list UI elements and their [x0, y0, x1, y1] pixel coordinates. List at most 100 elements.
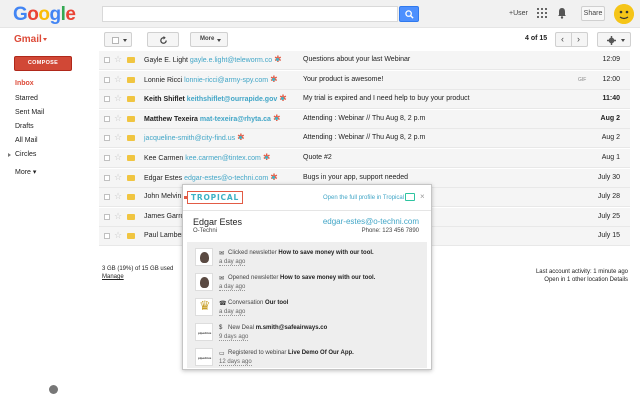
manage-link[interactable]: Manage: [102, 274, 124, 280]
star-icon[interactable]: ☆: [114, 152, 122, 163]
email-row[interactable]: ☆ Keith Shiflet keithshiflet@ourrapide.go…: [99, 90, 630, 110]
importance-marker-icon[interactable]: [127, 213, 135, 220]
row-checkbox[interactable]: [104, 174, 110, 181]
open-full-profile-link[interactable]: Open the full profile in Tropical: [323, 195, 404, 201]
sender-email[interactable]: lonnie-ricci@army-spy.com: [184, 77, 268, 84]
sidebar-item-circles[interactable]: Circles: [15, 151, 36, 158]
email-row[interactable]: ☆ Gayle E. Light gayle.e.light@teleworm.c…: [99, 51, 630, 70]
email-row[interactable]: ☆ Kee Carmen kee.carmen@tintex.com Quote #…: [99, 149, 630, 168]
activity-prefix: Clicked newsletter: [228, 250, 277, 256]
sender-email[interactable]: gayle.e.light@teleworm.co: [190, 57, 272, 64]
sidebar-item-inbox[interactable]: Inbox: [15, 80, 34, 87]
expand-arrow-icon[interactable]: [8, 153, 11, 157]
sender-email[interactable]: mat-texeira@rhyta.ca: [200, 116, 271, 123]
importance-marker-icon[interactable]: [127, 135, 135, 142]
sidebar-item-starred[interactable]: Starred: [15, 95, 38, 102]
select-all-checkbox[interactable]: [104, 32, 132, 47]
row-checkbox[interactable]: [104, 135, 110, 142]
importance-marker-icon[interactable]: [127, 115, 135, 122]
activity-line-2[interactable]: Open in 1 other location Details: [536, 276, 628, 284]
row-checkbox[interactable]: [104, 233, 110, 240]
next-page-button[interactable]: ›: [571, 32, 588, 47]
share-button[interactable]: Share: [581, 6, 605, 21]
activity-prefix: Registered to webinar: [228, 350, 287, 356]
email-date: July 25: [597, 212, 620, 220]
tropical-badge-icon[interactable]: [279, 93, 287, 104]
star-icon[interactable]: ☆: [114, 230, 122, 241]
contact-phone: Phone: 123 456 7890: [361, 228, 419, 234]
activity-target[interactable]: Our tool: [265, 300, 288, 306]
importance-marker-icon[interactable]: [127, 57, 135, 63]
tropical-badge-icon[interactable]: [263, 152, 271, 163]
row-checkbox[interactable]: [104, 213, 110, 220]
tropical-badge-icon[interactable]: [237, 132, 245, 143]
open-external-icon[interactable]: [405, 193, 415, 201]
email-subject: Bugs in your app, support needed: [303, 173, 409, 181]
search-input[interactable]: [102, 6, 398, 22]
settings-button[interactable]: [597, 32, 631, 47]
row-checkbox[interactable]: [104, 76, 110, 83]
prev-page-button[interactable]: ‹: [555, 32, 572, 47]
sender-email[interactable]: kee.carmen@tintex.com: [185, 155, 261, 162]
sidebar-item-more[interactable]: More ▾: [15, 168, 36, 176]
activity-target[interactable]: Live Demo Of Our App.: [288, 350, 354, 356]
row-checkbox[interactable]: [104, 57, 110, 63]
sender-name: Paul Lamber: [144, 232, 184, 240]
sidebar-item-drafts[interactable]: Drafts: [15, 123, 34, 130]
sender-email[interactable]: edgar-estes@o-techni.com: [184, 175, 268, 182]
activity-target[interactable]: How to save money with our tool.: [280, 275, 375, 281]
star-icon[interactable]: ☆: [114, 191, 122, 202]
hangouts-icon[interactable]: [49, 385, 58, 394]
importance-marker-icon[interactable]: [127, 96, 135, 103]
star-icon[interactable]: ☆: [114, 132, 122, 143]
star-icon[interactable]: ☆: [114, 113, 122, 124]
sender-email[interactable]: keithshiflet@ourrapide.gov: [187, 96, 277, 103]
chevron-right-icon: ›: [577, 34, 580, 44]
importance-marker-icon[interactable]: [127, 174, 135, 181]
tropical-badge-icon[interactable]: [273, 113, 281, 124]
activity-target[interactable]: How to save money with our tool.: [278, 250, 373, 256]
star-icon[interactable]: ☆: [114, 172, 122, 183]
plus-user-link[interactable]: +User: [509, 10, 528, 17]
star-icon[interactable]: ☆: [114, 211, 122, 222]
email-row[interactable]: ☆ Matthew Texeira mat-texeira@rhyta.ca Att…: [99, 109, 630, 129]
tropical-badge-icon[interactable]: [274, 54, 282, 65]
importance-marker-icon[interactable]: [127, 194, 135, 201]
row-checkbox[interactable]: [104, 194, 110, 201]
importance-marker-icon[interactable]: [127, 233, 135, 240]
search-button[interactable]: [399, 6, 419, 22]
sidebar-item-sent-mail[interactable]: Sent Mail: [15, 109, 44, 116]
activity-target[interactable]: m.smith@safeairways.co: [256, 325, 328, 331]
sender-email[interactable]: jacqueline-smith@city-find.us: [144, 135, 235, 142]
activity-prefix: New Deal: [228, 325, 255, 331]
email-date: July 30: [597, 173, 620, 181]
email-row[interactable]: ☆ Lonnie Ricci lonnie-ricci@army-spy.com Y…: [99, 70, 630, 90]
apps-grid-icon[interactable]: [537, 8, 547, 18]
contact-email[interactable]: edgar-estes@o-techni.com: [323, 217, 419, 226]
star-icon[interactable]: ☆: [114, 74, 122, 85]
bell-icon[interactable]: [557, 7, 567, 19]
row-checkbox[interactable]: [104, 115, 110, 122]
importance-marker-icon[interactable]: [127, 155, 135, 161]
tropical-badge-icon[interactable]: [270, 172, 278, 183]
row-checkbox[interactable]: [104, 155, 110, 161]
profile-avatar[interactable]: [614, 4, 634, 24]
sidebar-item-all-mail[interactable]: All Mail: [15, 137, 38, 144]
email-subject: Questions about your last Webinar: [303, 56, 411, 63]
sender-name: Keith Shiflet: [144, 96, 185, 104]
compose-button[interactable]: COMPOSE: [14, 56, 72, 71]
star-icon[interactable]: ☆: [114, 54, 122, 65]
email-date: Aug 1: [601, 154, 620, 161]
close-icon[interactable]: ×: [420, 192, 425, 201]
star-icon[interactable]: ☆: [114, 93, 122, 104]
refresh-button[interactable]: [147, 32, 179, 47]
row-checkbox[interactable]: [104, 96, 110, 103]
sender-name: Gayle E. Light: [144, 57, 188, 64]
email-row[interactable]: ☆ jacqueline-smith@city-find.us Attending …: [99, 129, 630, 149]
google-logo[interactable]: Google: [13, 4, 76, 26]
gmail-menu-label[interactable]: Gmail: [14, 34, 42, 45]
more-button[interactable]: More: [190, 32, 228, 47]
importance-marker-icon[interactable]: [127, 76, 135, 83]
tropical-badge-icon[interactable]: [270, 74, 278, 85]
search-icon: [405, 10, 414, 19]
